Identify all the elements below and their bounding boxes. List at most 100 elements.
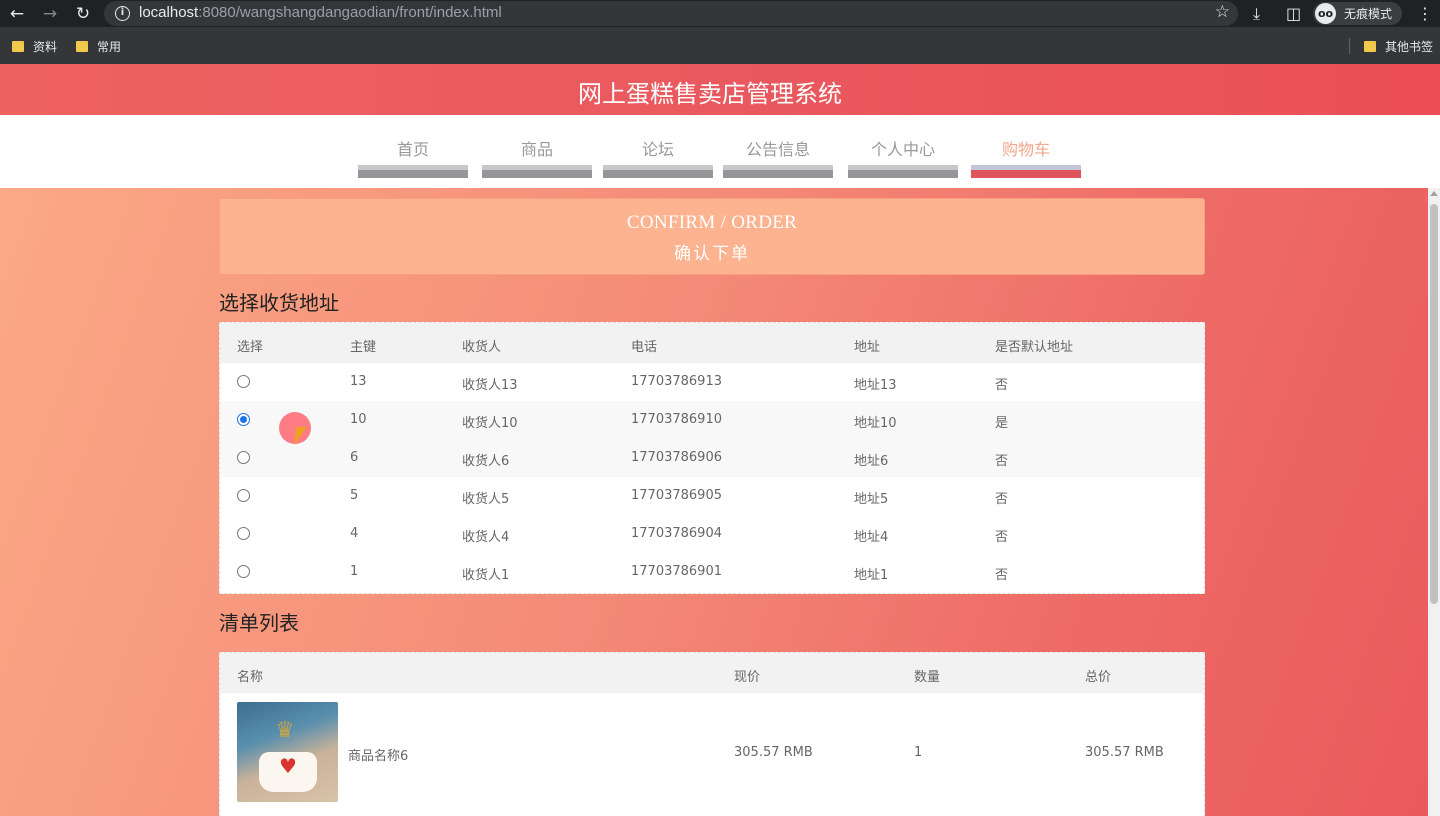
bookmark-star-icon[interactable]: ☆ [1215, 2, 1230, 22]
nav-underline [358, 165, 468, 178]
cell-phone: 17703786905 [631, 488, 722, 503]
list-section-title: 清单列表 [219, 611, 299, 635]
header-id: 主键 [350, 340, 377, 355]
bookmark-label: 资料 [33, 40, 58, 54]
nav-underline [603, 165, 713, 178]
address-radio[interactable] [237, 489, 250, 502]
folder-icon [1364, 41, 1376, 52]
cell-default: 否 [995, 492, 1009, 507]
address-radio[interactable] [237, 451, 250, 464]
site-title: 网上蛋糕售卖店管理系统 [578, 80, 842, 108]
address-radio[interactable] [237, 527, 250, 540]
address-radio-selected[interactable] [237, 413, 250, 426]
nav-label: 首页 [396, 140, 429, 159]
nav-underline [723, 165, 833, 178]
cell-phone: 17703786901 [631, 564, 722, 579]
incognito-indicator[interactable]: oo 无痕模式 [1313, 2, 1402, 25]
cell-address: 地址6 [854, 454, 889, 469]
nav-item-cart[interactable]: 购物车 [971, 115, 1081, 178]
scroll-up-icon[interactable] [1430, 191, 1438, 196]
forward-arrow-icon[interactable]: → [39, 3, 61, 25]
nav-label: 商品 [520, 140, 553, 159]
back-arrow-icon[interactable]: ← [6, 3, 28, 25]
nav-underline [971, 165, 1081, 178]
cell-address: 地址10 [854, 416, 897, 431]
nav-item-home[interactable]: 首页 [358, 115, 468, 178]
cell-address: 地址13 [854, 378, 897, 393]
bookmark-folder[interactable]: 常用 [76, 38, 121, 55]
header-default: 是否默认地址 [995, 340, 1074, 355]
nav-label: 论坛 [641, 140, 674, 159]
nav-label: 公告信息 [745, 140, 810, 159]
cell-phone: 17703786910 [631, 412, 722, 427]
bookmark-label: 常用 [97, 40, 122, 54]
cell-id: 13 [350, 374, 367, 389]
bookmarks-bar: 资料 常用 其他书签 [0, 27, 1440, 64]
cell-address: 地址5 [854, 492, 889, 507]
nav-item-profile[interactable]: 个人中心 [848, 115, 958, 178]
crown-topper-icon: ♛ [275, 718, 295, 743]
cell-default: 否 [995, 568, 1009, 583]
address-radio[interactable] [237, 375, 250, 388]
header-phone: 电话 [631, 340, 658, 355]
nav-underline [482, 165, 592, 178]
cell-id: 4 [350, 526, 359, 541]
main-nav: 首页 商品 论坛 公告信息 个人中心 购物车 [0, 115, 1440, 188]
banner-title-cn: 确认下单 [674, 244, 750, 264]
cell-recipient: 收货人6 [462, 454, 510, 469]
cell-default: 否 [995, 378, 1009, 393]
address-radio[interactable] [237, 565, 250, 578]
cell-id: 5 [350, 488, 359, 503]
header-select: 选择 [237, 340, 264, 355]
table-row[interactable]: 5 收货人5 17703786905 地址5 否 [220, 477, 1204, 515]
banner-title-en: CONFIRM / ORDER [626, 212, 798, 233]
cell-recipient: 收货人1 [462, 568, 510, 583]
cell-recipient: 收货人4 [462, 530, 510, 545]
cell-id: 10 [350, 412, 367, 427]
header-name: 名称 [237, 670, 264, 685]
cell-default: 是 [995, 416, 1009, 431]
scrollbar-thumb[interactable] [1430, 204, 1438, 604]
table-row[interactable]: 6 收货人6 17703786906 地址6 否 [220, 439, 1204, 477]
order-list-table: 名称 现价 数量 总价 ♥ ♛ 商品名称6 305.57 RMB 1 305.5… [219, 652, 1205, 816]
table-row[interactable]: 1 收货人1 17703786901 地址1 否 [220, 553, 1204, 591]
address-table: 选择 主键 收货人 电话 地址 是否默认地址 13 收货人13 17703786… [219, 322, 1205, 594]
nav-label: 个人中心 [870, 140, 935, 159]
menu-kebab-icon[interactable]: ⋮ [1417, 3, 1433, 25]
other-bookmarks[interactable]: 其他书签 [1364, 38, 1433, 55]
bookmarks-divider [1349, 38, 1350, 54]
cell-id: 1 [350, 564, 359, 579]
nav-item-announcements[interactable]: 公告信息 [723, 115, 833, 178]
info-icon[interactable]: i [115, 6, 130, 21]
item-price: 305.57 RMB [734, 745, 813, 760]
download-icon[interactable]: ⤓ [1253, 3, 1260, 25]
nav-item-forum[interactable]: 论坛 [603, 115, 713, 178]
cell-phone: 17703786904 [631, 526, 722, 541]
page-scrollbar[interactable] [1428, 188, 1440, 816]
table-row[interactable]: 4 收货人4 17703786904 地址4 否 [220, 515, 1204, 553]
table-header: 选择 主键 收货人 电话 地址 是否默认地址 [220, 323, 1204, 363]
table-row[interactable]: 10 收货人10 17703786910 地址10 是 [220, 401, 1204, 439]
heart-icon: ♥ [279, 754, 297, 778]
item-name[interactable]: 商品名称6 [348, 745, 408, 764]
nav-label: 购物车 [1001, 140, 1050, 159]
other-bookmarks-label: 其他书签 [1385, 40, 1434, 54]
table-row[interactable]: 13 收货人13 17703786913 地址13 否 [220, 363, 1204, 401]
cell-default: 否 [995, 454, 1009, 469]
header-address: 地址 [854, 340, 881, 355]
address-bar[interactable]: i localhost:8080/wangshangdangaodian/fro… [104, 1, 1238, 26]
cell-address: 地址1 [854, 568, 889, 583]
url-path: :8080/wangshangdangaodian/front/index.ht… [198, 4, 502, 21]
item-quantity: 1 [914, 745, 923, 760]
header-quantity: 数量 [914, 670, 941, 685]
folder-icon [76, 41, 88, 52]
side-panel-icon[interactable]: ◫ [1286, 3, 1301, 25]
reload-icon[interactable]: ↻ [72, 3, 94, 25]
nav-item-products[interactable]: 商品 [482, 115, 592, 178]
bookmark-folder[interactable]: 资料 [12, 38, 57, 55]
cell-phone: 17703786906 [631, 450, 722, 465]
product-image[interactable]: ♥ ♛ [237, 702, 338, 802]
address-url[interactable]: localhost:8080/wangshangdangaodian/front… [139, 4, 502, 21]
site-header: 网上蛋糕售卖店管理系统 [0, 64, 1440, 115]
url-host: localhost [139, 4, 199, 21]
